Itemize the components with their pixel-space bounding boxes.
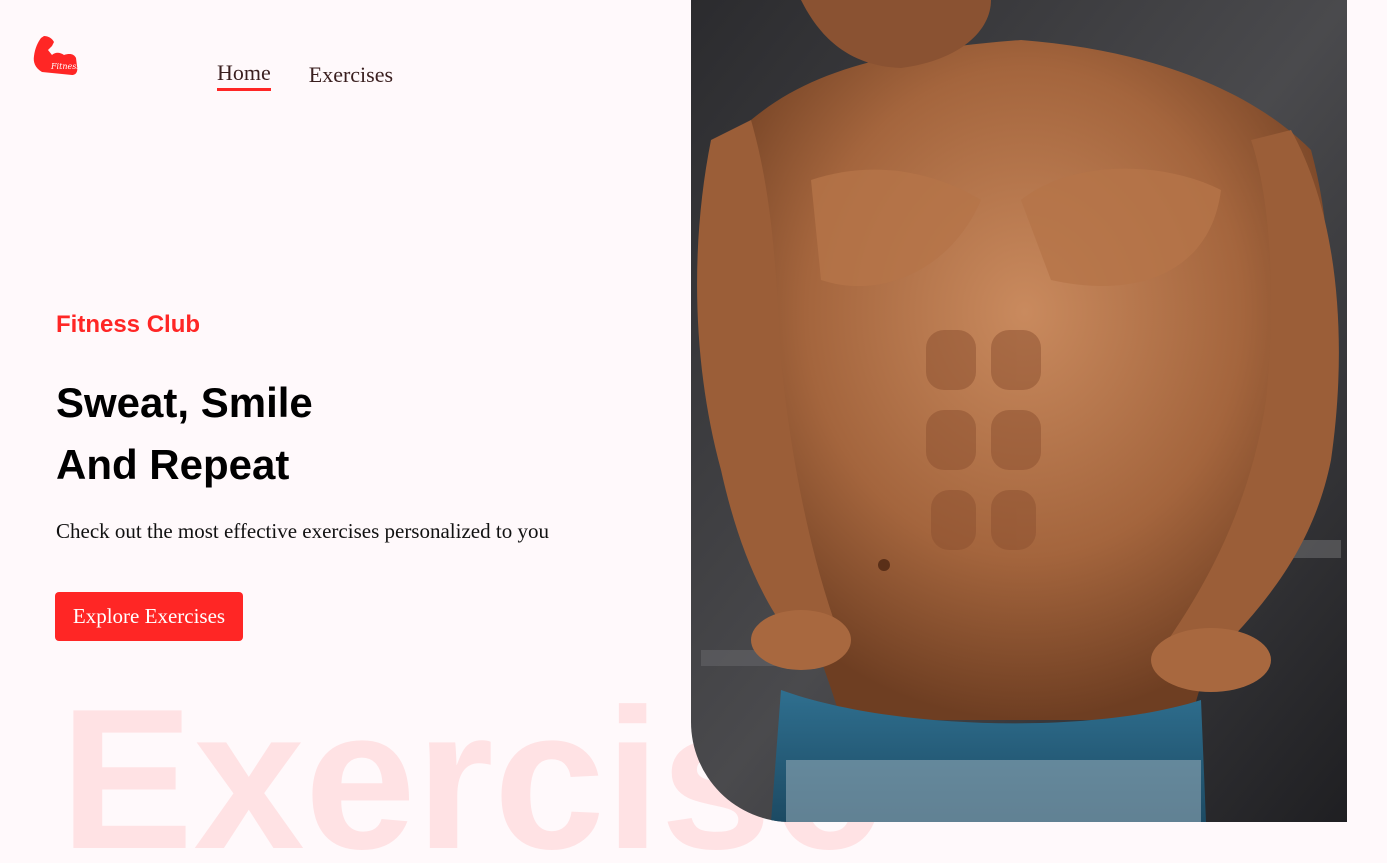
hero-image <box>691 0 1347 822</box>
hero-photo <box>691 0 1347 822</box>
explore-exercises-button[interactable]: Explore Exercises <box>55 592 243 641</box>
logo-text: Fitness <box>50 62 80 71</box>
main-nav: Home Exercises <box>217 60 393 91</box>
logo-icon[interactable]: Fitness <box>30 32 80 80</box>
hero-headline-line1: Sweat, Smile <box>56 379 313 426</box>
hero-tagline: Fitness Club <box>56 311 201 338</box>
hero-subtitle: Check out the most effective exercises p… <box>56 519 549 543</box>
hero-headline-line2: And Repeat <box>56 441 290 488</box>
nav-home-link[interactable]: Home <box>217 60 271 91</box>
hero-headline: Sweat, Smile And Repeat <box>56 372 313 496</box>
nav-exercises-link[interactable]: Exercises <box>309 62 393 91</box>
